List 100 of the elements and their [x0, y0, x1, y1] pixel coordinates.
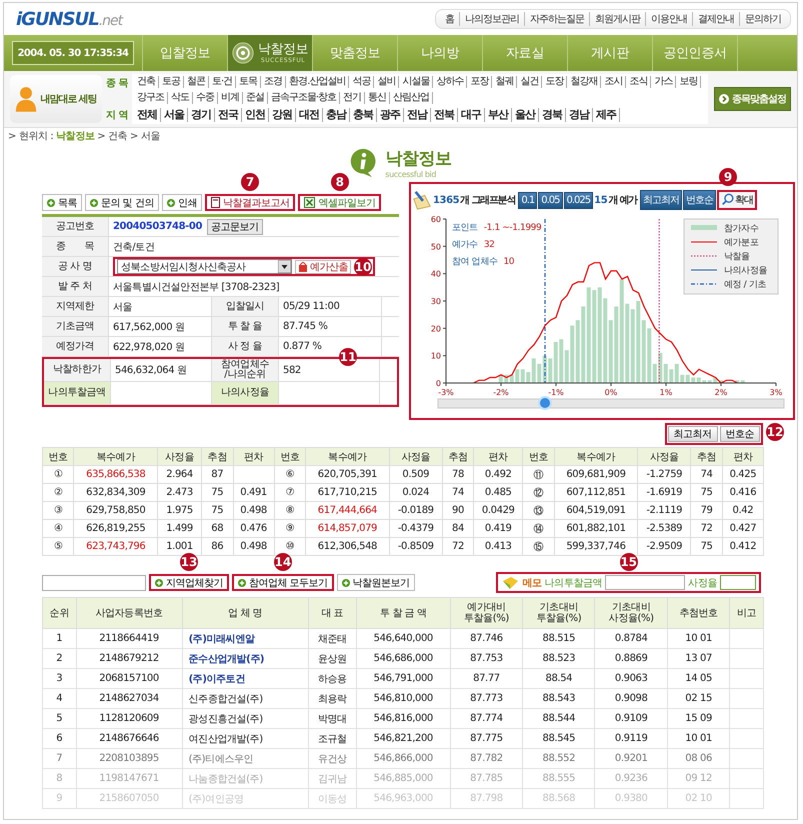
region-link[interactable]: 경기: [188, 108, 215, 122]
action-button[interactable]: 문의 및 건의: [85, 194, 159, 211]
region-link[interactable]: 전북: [431, 108, 458, 122]
category-link[interactable]: 도장: [542, 76, 568, 88]
plus-icon: [342, 578, 350, 586]
page-subtitle: successful bid: [385, 170, 438, 179]
site-logo[interactable]: iGUNSUL.net: [16, 8, 122, 30]
y-tick-label: 30: [430, 297, 441, 306]
category-link[interactable]: 강구조: [134, 92, 168, 104]
region-link[interactable]: 광주: [377, 108, 404, 122]
zoom-button[interactable]: 확대: [716, 190, 757, 210]
interval-button[interactable]: 0.025: [564, 192, 594, 208]
region-link[interactable]: 충남: [323, 108, 350, 122]
input-field[interactable]: [605, 575, 686, 590]
project-dropdown[interactable]: 성북소방서임시청사신축공사: [117, 259, 292, 274]
category-link[interactable]: 철궤: [492, 76, 518, 88]
filter-label: 지 역: [104, 109, 130, 122]
action-button[interactable]: 지역업체찾기: [149, 574, 229, 591]
category-link[interactable]: 철콘: [184, 76, 209, 88]
category-link[interactable]: 보링: [676, 76, 702, 88]
category-link[interactable]: 수중: [193, 92, 218, 104]
column-header: 번호: [274, 448, 306, 466]
category-link[interactable]: 건축: [134, 76, 159, 88]
table-cell: 유건상: [308, 748, 356, 768]
field-label: 나의투찰금액: [44, 382, 111, 404]
sort-button[interactable]: 최고최저: [668, 426, 718, 442]
category-link[interactable]: 토·건: [209, 76, 236, 88]
field-label: 종 목: [42, 237, 109, 256]
category-link[interactable]: 시설물: [399, 76, 434, 88]
field-label: 기초금액: [42, 317, 109, 336]
action-button[interactable]: 낙찰결과보고서: [204, 194, 296, 211]
sort-button[interactable]: 최고최저: [640, 190, 682, 210]
action-button[interactable]: 엑셀파일보기: [298, 194, 382, 211]
category-link[interactable]: 통신: [365, 92, 390, 104]
region-link[interactable]: 인천: [242, 108, 269, 122]
category-link[interactable]: 석공: [349, 76, 374, 88]
category-link[interactable]: 가스: [651, 76, 676, 88]
table-cell: 6: [42, 728, 76, 748]
region-link[interactable]: 전남: [404, 108, 431, 122]
sort-button[interactable]: 번호순: [720, 426, 760, 442]
slider-handle[interactable]: [538, 396, 552, 410]
region-link[interactable]: 제주: [593, 108, 620, 122]
category-link[interactable]: 조식: [626, 76, 652, 88]
region-link[interactable]: 전국: [215, 108, 242, 122]
region-link[interactable]: 강원: [269, 108, 296, 122]
table-cell: ⑭: [522, 520, 554, 538]
search-field[interactable]: [42, 574, 146, 590]
top-link[interactable]: 결제안내: [692, 12, 739, 26]
table-cell: -1.6919: [638, 484, 691, 502]
action-button[interactable]: 인쇄: [162, 194, 202, 211]
category-link[interactable]: 토공: [159, 76, 184, 88]
category-link[interactable]: 비계: [218, 92, 243, 104]
range-slider-track[interactable]: [438, 398, 784, 408]
region-link[interactable]: 충북: [350, 108, 377, 122]
category-link[interactable]: 금속구조물·창호: [268, 92, 340, 104]
graph-count-label: 개 그래프분석: [460, 194, 516, 207]
input-field[interactable]: [720, 575, 756, 590]
category-link[interactable]: 삭도: [168, 92, 193, 104]
category-link[interactable]: 조시: [601, 76, 626, 88]
interval-button[interactable]: 0.05: [538, 192, 562, 208]
price-calc-button[interactable]: 예가산출: [295, 260, 351, 274]
category-link[interactable]: 준설: [243, 92, 268, 104]
region-link[interactable]: 경남: [566, 108, 593, 122]
legend-label: 참가자수: [724, 224, 758, 234]
category-link[interactable]: 설비: [374, 76, 400, 88]
top-link[interactable]: 회원게시판: [589, 12, 645, 26]
region-link[interactable]: 부산: [485, 108, 512, 122]
region-link[interactable]: 경북: [539, 108, 566, 122]
notice-number-link[interactable]: 20040503748-00: [113, 221, 202, 232]
top-link[interactable]: 자주하는질문: [524, 12, 589, 26]
region-link[interactable]: 대구: [458, 108, 485, 122]
custom-settings-button[interactable]: 종목맞춤설정: [714, 87, 791, 111]
my-setting-panel[interactable]: 내맘대로 세팅: [10, 75, 102, 123]
action-button[interactable]: 참여업체 모두보기: [232, 574, 334, 591]
table-cell: 2148627034: [76, 688, 182, 708]
view-notice-button[interactable]: 공고문보기: [207, 218, 263, 234]
category-link[interactable]: 철강재: [567, 76, 602, 88]
region-link[interactable]: 대전: [296, 108, 323, 122]
category-link[interactable]: 조경: [261, 76, 286, 88]
category-link[interactable]: 전기: [340, 92, 366, 104]
region-link[interactable]: 울산: [512, 108, 539, 122]
top-link[interactable]: 나의정보관리: [459, 12, 524, 26]
table-cell: 9: [42, 788, 76, 808]
interval-button[interactable]: 0.1: [518, 192, 538, 208]
category-link[interactable]: 실건: [517, 76, 542, 88]
top-link[interactable]: 홈: [440, 12, 459, 26]
region-link[interactable]: 서울: [161, 108, 188, 122]
action-button[interactable]: 낙찰원본보기: [336, 574, 415, 591]
action-button[interactable]: 목록: [42, 194, 82, 211]
top-link[interactable]: 이용안내: [645, 12, 692, 26]
region-link[interactable]: 전체: [134, 108, 161, 122]
category-link[interactable]: 환경.산업설비: [286, 76, 350, 88]
sort-button[interactable]: 번호순: [682, 190, 716, 210]
top-link[interactable]: 문의하기: [739, 12, 786, 26]
category-link[interactable]: 상하수: [433, 76, 468, 88]
table-cell: 8: [42, 768, 76, 788]
category-link[interactable]: 포장: [467, 76, 492, 88]
category-link[interactable]: 산림산업: [390, 92, 434, 104]
category-link[interactable]: 토목: [236, 76, 262, 88]
column-header: 복수예가: [74, 448, 158, 466]
